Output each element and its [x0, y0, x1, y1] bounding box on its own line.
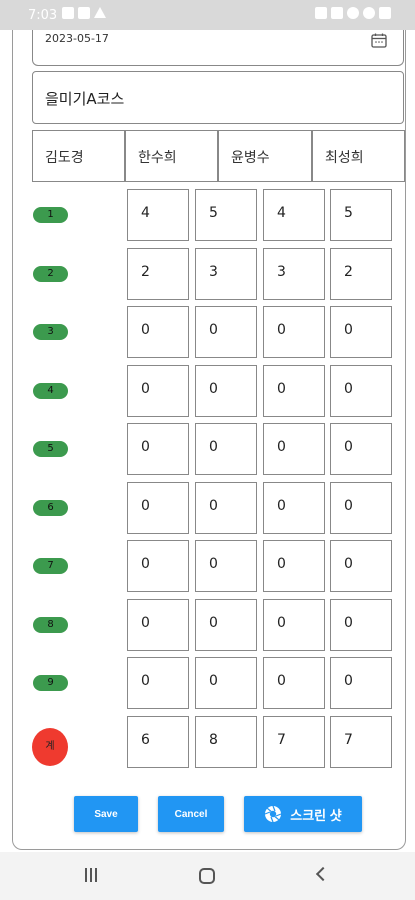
score-cell[interactable]: 0	[263, 306, 325, 358]
hole-row-7: 7 0 0 0 0	[32, 540, 406, 592]
score-cell[interactable]: 0	[330, 540, 392, 592]
screenshot-button[interactable]: 스크린 샷	[244, 796, 362, 832]
navigation-bar	[0, 852, 415, 900]
score-cell[interactable]: 2	[330, 248, 392, 300]
back-icon[interactable]	[315, 866, 331, 882]
alarm-icon	[315, 7, 327, 19]
score-cell[interactable]: 0	[127, 540, 189, 592]
score-cell[interactable]: 0	[330, 599, 392, 651]
hole-number-badge: 4	[33, 383, 68, 399]
hole-row-3: 3 0 0 0 0	[32, 306, 406, 358]
score-cell[interactable]: 5	[195, 189, 257, 241]
score-cell[interactable]: 0	[263, 657, 325, 709]
score-cell[interactable]: 0	[330, 482, 392, 534]
player-name-4[interactable]: 최성희	[312, 130, 405, 182]
player-name-2[interactable]: 한수희	[125, 130, 218, 182]
score-cell[interactable]: 0	[263, 423, 325, 475]
hole-number-badge: 3	[33, 324, 68, 340]
course-name: 을미기A코스	[45, 90, 125, 108]
total-score-cell: 7	[263, 716, 325, 768]
score-cell[interactable]: 4	[263, 189, 325, 241]
battery-icon	[379, 7, 391, 19]
save-button[interactable]: Save	[74, 796, 138, 832]
score-cell[interactable]: 2	[127, 248, 189, 300]
recent-apps-icon[interactable]	[85, 868, 99, 882]
warning-icon	[94, 7, 106, 18]
score-cell[interactable]: 0	[127, 423, 189, 475]
score-cell[interactable]: 0	[195, 657, 257, 709]
score-cell[interactable]: 0	[330, 657, 392, 709]
score-cell[interactable]: 0	[263, 599, 325, 651]
score-cell[interactable]: 0	[127, 482, 189, 534]
score-cell[interactable]: 4	[127, 189, 189, 241]
score-cell[interactable]: 0	[263, 482, 325, 534]
score-cell[interactable]: 0	[127, 657, 189, 709]
score-cell[interactable]: 0	[195, 599, 257, 651]
score-cell[interactable]: 0	[195, 306, 257, 358]
score-cell[interactable]: 0	[127, 365, 189, 417]
hole-number-badge: 5	[33, 441, 68, 457]
score-cell[interactable]: 0	[263, 365, 325, 417]
lock-icon	[78, 7, 90, 19]
hole-row-2: 2 2 3 3 2	[32, 248, 406, 300]
hole-number-badge: 1	[33, 207, 68, 223]
score-cell[interactable]: 0	[330, 306, 392, 358]
hole-row-9: 9 0 0 0 0	[32, 657, 406, 709]
hole-number-badge: 6	[33, 500, 68, 516]
dnd-icon	[363, 7, 375, 19]
hole-number-badge: 7	[33, 558, 68, 574]
hole-row-5: 5 0 0 0 0	[32, 423, 406, 475]
hole-row-4: 4 0 0 0 0	[32, 365, 406, 417]
hole-number-badge: 2	[33, 266, 68, 282]
hole-row-8: 8 0 0 0 0	[32, 599, 406, 651]
status-bar: 7:03	[0, 0, 415, 30]
status-time: 7:03	[28, 8, 58, 23]
total-score-cell: 6	[127, 716, 189, 768]
score-cell[interactable]: 0	[330, 423, 392, 475]
hole-number-badge: 8	[33, 617, 68, 633]
gallery-icon	[62, 7, 74, 19]
score-cell[interactable]: 0	[195, 482, 257, 534]
score-cell[interactable]: 3	[263, 248, 325, 300]
home-icon[interactable]	[199, 868, 215, 884]
total-row: 계 6 8 7 7	[32, 716, 406, 768]
hole-number-badge: 9	[33, 675, 68, 691]
score-cell[interactable]: 0	[263, 540, 325, 592]
score-cell[interactable]: 0	[127, 306, 189, 358]
score-cell[interactable]: 0	[195, 365, 257, 417]
score-cell[interactable]: 0	[127, 599, 189, 651]
hole-row-6: 6 0 0 0 0	[32, 482, 406, 534]
score-cell[interactable]: 3	[195, 248, 257, 300]
mute-icon	[331, 7, 343, 19]
total-score-cell: 8	[195, 716, 257, 768]
player-name-3[interactable]: 윤병수	[218, 130, 312, 182]
course-field[interactable]: 을미기A코스	[32, 71, 404, 124]
score-cell[interactable]: 0	[330, 365, 392, 417]
player-names-row: 김도경 한수희 윤병수 최성희	[32, 130, 406, 182]
calendar-icon[interactable]	[371, 33, 387, 48]
hole-row-1: 1 4 5 4 5	[32, 189, 406, 241]
camera-shutter-icon	[265, 805, 282, 823]
date-value: 2023-05-17	[45, 32, 109, 45]
screenshot-button-label: 스크린 샷	[290, 807, 342, 823]
total-score-cell: 7	[330, 716, 392, 768]
cancel-button[interactable]: Cancel	[158, 796, 224, 832]
score-cell[interactable]: 5	[330, 189, 392, 241]
wifi-icon	[347, 7, 359, 19]
score-cell[interactable]: 0	[195, 540, 257, 592]
player-name-1[interactable]: 김도경	[32, 130, 125, 182]
score-cell[interactable]: 0	[195, 423, 257, 475]
total-badge: 계	[32, 728, 68, 766]
